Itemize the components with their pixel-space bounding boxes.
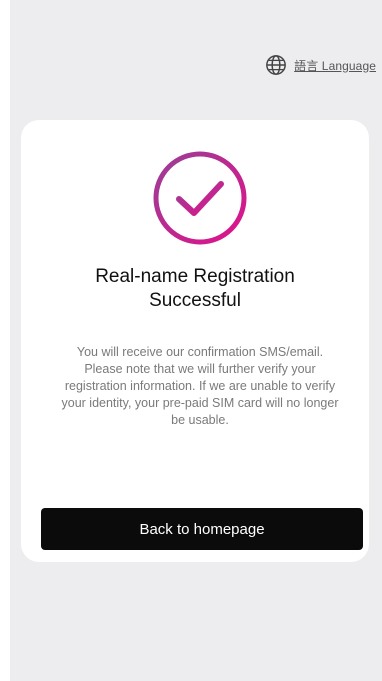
language-label: 語言 Language (294, 58, 376, 73)
page-title: Real-name Registration Successful (21, 265, 369, 313)
screen-background: 語言 Language Real-name Registration Succe… (10, 0, 382, 681)
title-line-2: Successful (149, 290, 241, 311)
message-line: your identity, your pre-paid SIM card wi… (61, 396, 339, 410)
confirmation-message: You will receive our confirmation SMS/em… (45, 344, 355, 429)
success-card: Real-name Registration Successful You wi… (21, 120, 369, 562)
globe-icon (266, 55, 287, 75)
message-line: Please note that we will further verify … (84, 362, 316, 376)
title-line-1: Real-name Registration (95, 266, 295, 287)
message-line: registration information. If we are unab… (64, 379, 336, 393)
language-switcher[interactable]: 語言 Language (265, 54, 376, 76)
message-line: be usable. (171, 413, 229, 427)
check-circle-icon (152, 150, 248, 246)
message-line: You will receive our confirmation SMS/em… (76, 345, 324, 359)
back-to-homepage-button[interactable]: Back to homepage (41, 508, 363, 550)
